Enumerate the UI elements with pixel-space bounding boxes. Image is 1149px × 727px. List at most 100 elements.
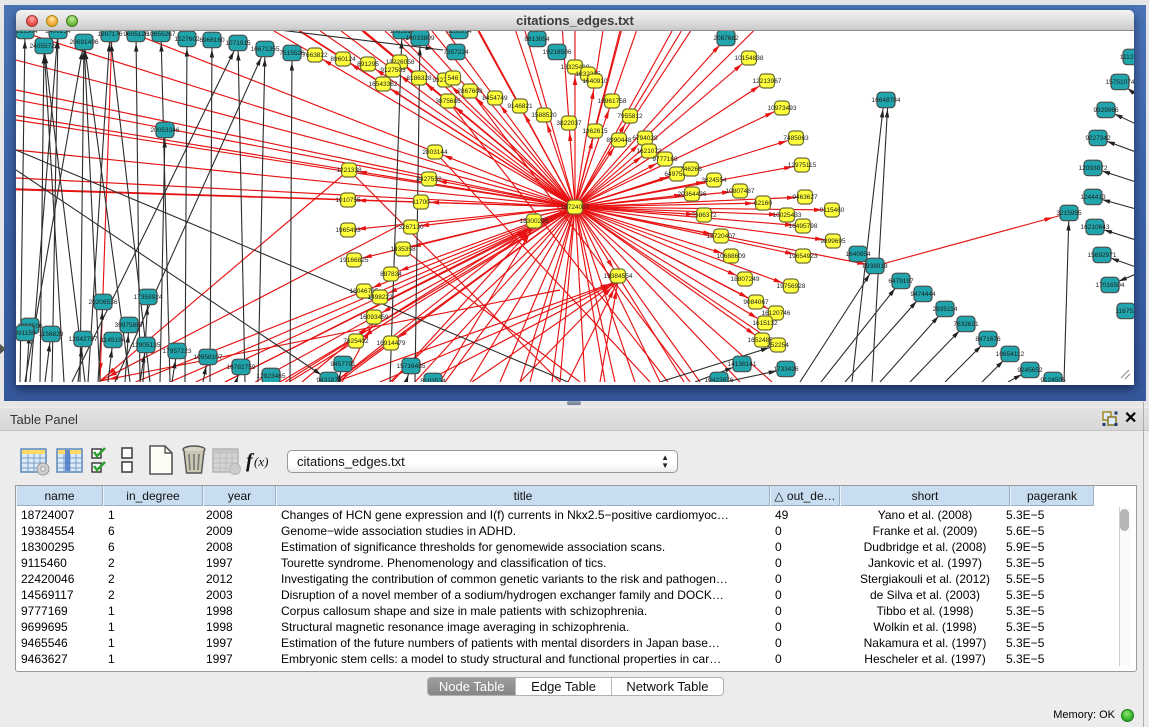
svg-text:9431876: 9431876 bbox=[316, 377, 342, 382]
svg-text:12905135: 12905135 bbox=[132, 342, 161, 349]
svg-text:2087682: 2087682 bbox=[713, 35, 739, 42]
svg-text:10655267: 10655267 bbox=[147, 31, 176, 38]
svg-text:3267130: 3267130 bbox=[398, 224, 424, 231]
svg-text:1112480: 1112480 bbox=[1120, 54, 1134, 61]
svg-text:16210643: 16210643 bbox=[1081, 224, 1110, 231]
svg-text:10973493: 10973493 bbox=[768, 105, 797, 112]
svg-text:19756928: 19756928 bbox=[777, 283, 806, 290]
svg-text:6966160: 6966160 bbox=[199, 37, 225, 44]
svg-text:8990448: 8990448 bbox=[606, 137, 632, 144]
svg-text:16093459: 16093459 bbox=[360, 314, 389, 321]
svg-text:18807249: 18807249 bbox=[731, 276, 760, 283]
svg-text:17016504: 17016504 bbox=[1096, 282, 1125, 289]
svg-text:20691406: 20691406 bbox=[70, 39, 99, 46]
svg-text:2935114: 2935114 bbox=[933, 306, 958, 313]
svg-text:2406154: 2406154 bbox=[45, 31, 71, 35]
svg-text:891295: 891295 bbox=[357, 61, 379, 68]
svg-text:62160: 62160 bbox=[754, 200, 772, 207]
svg-text:14136141: 14136141 bbox=[728, 361, 757, 368]
svg-text:391159: 391159 bbox=[16, 330, 36, 337]
svg-text:9474444: 9474444 bbox=[910, 291, 936, 298]
svg-text:9124505: 9124505 bbox=[1040, 377, 1066, 382]
svg-text:7357224: 7357224 bbox=[443, 49, 469, 56]
svg-text:9777169: 9777169 bbox=[652, 156, 678, 163]
svg-text:20206536: 20206536 bbox=[89, 299, 118, 306]
svg-text:9457791: 9457791 bbox=[330, 361, 356, 368]
svg-text:9115460: 9115460 bbox=[820, 207, 845, 214]
svg-text:8454749: 8454749 bbox=[482, 95, 508, 102]
svg-text:1640910: 1640910 bbox=[582, 78, 608, 85]
svg-text:16495798: 16495798 bbox=[789, 223, 818, 230]
svg-text:1965493: 1965493 bbox=[335, 227, 361, 234]
svg-text:(x): (x) bbox=[254, 454, 268, 469]
svg-text:10688609: 10688609 bbox=[717, 253, 746, 260]
svg-text:10154838: 10154838 bbox=[735, 55, 764, 62]
svg-text:24055724: 24055724 bbox=[30, 43, 59, 50]
svg-text:9227342: 9227342 bbox=[1085, 135, 1111, 142]
svg-text:16543362: 16543362 bbox=[369, 81, 398, 88]
svg-text:15751074: 15751074 bbox=[1106, 79, 1134, 86]
svg-text:10807487: 10807487 bbox=[726, 188, 755, 195]
svg-text:9329966: 9329966 bbox=[1093, 107, 1119, 114]
svg-text:1527602: 1527602 bbox=[174, 36, 200, 43]
svg-text:19218506: 19218506 bbox=[543, 49, 572, 56]
svg-text:11700: 11700 bbox=[412, 199, 430, 206]
svg-text:1145194: 1145194 bbox=[101, 337, 126, 344]
svg-text:1733426: 1733426 bbox=[773, 366, 799, 373]
svg-text:8960124: 8960124 bbox=[330, 56, 356, 63]
svg-text:1221338: 1221338 bbox=[336, 167, 362, 174]
svg-text:7515526: 7515526 bbox=[279, 50, 305, 57]
svg-text:7663822: 7663822 bbox=[302, 52, 328, 59]
svg-text:3875685: 3875685 bbox=[435, 98, 461, 105]
svg-text:10025433: 10025433 bbox=[773, 212, 802, 219]
svg-text:8427552: 8427552 bbox=[416, 176, 442, 183]
svg-text:746266: 746266 bbox=[680, 166, 702, 173]
svg-text:546: 546 bbox=[448, 75, 459, 82]
svg-text:7386372: 7386372 bbox=[691, 212, 717, 219]
svg-text:17359924: 17359924 bbox=[134, 294, 163, 301]
svg-text:12213967: 12213967 bbox=[753, 78, 782, 85]
svg-text:8938918: 8938918 bbox=[862, 263, 888, 270]
svg-text:1010755: 1010755 bbox=[335, 197, 361, 204]
svg-text:3822037: 3822037 bbox=[556, 120, 582, 127]
svg-text:19384554: 19384554 bbox=[604, 273, 633, 280]
svg-text:16782759: 16782759 bbox=[227, 364, 256, 371]
svg-text:7955812: 7955812 bbox=[617, 113, 643, 120]
svg-text:887834: 887834 bbox=[380, 271, 402, 278]
svg-text:8811304: 8811304 bbox=[16, 31, 38, 35]
svg-text:16648784: 16648784 bbox=[872, 97, 901, 104]
svg-text:9245652: 9245652 bbox=[1017, 367, 1043, 374]
svg-text:7625402: 7625402 bbox=[343, 338, 369, 345]
svg-text:1907176: 1907176 bbox=[97, 31, 123, 38]
svg-text:18724007: 18724007 bbox=[561, 204, 590, 211]
svg-text:12975115: 12975115 bbox=[788, 162, 817, 169]
svg-text:8813054: 8813054 bbox=[524, 36, 550, 43]
svg-text:1640954: 1640954 bbox=[845, 251, 871, 258]
svg-text:8186328: 8186328 bbox=[406, 75, 432, 82]
svg-text:20364436: 20364436 bbox=[678, 191, 707, 198]
svg-text:1435358: 1435358 bbox=[390, 246, 416, 253]
svg-text:16914479: 16914479 bbox=[377, 340, 406, 347]
svg-text:1362615: 1362615 bbox=[582, 128, 608, 135]
svg-text:19654923: 19654923 bbox=[789, 253, 818, 260]
svg-text:15720407: 15720407 bbox=[707, 233, 736, 240]
svg-text:7485063: 7485063 bbox=[783, 135, 809, 142]
svg-text:10423876: 10423876 bbox=[705, 377, 734, 382]
svg-text:9084067: 9084067 bbox=[743, 299, 769, 306]
svg-text:9127503: 9127503 bbox=[380, 67, 406, 74]
svg-text:15692971: 15692971 bbox=[1088, 252, 1117, 259]
svg-text:12923465: 12923465 bbox=[257, 373, 286, 380]
svg-text:1615132: 1615132 bbox=[752, 320, 778, 327]
svg-text:2803144: 2803144 bbox=[422, 149, 448, 156]
svg-text:16033809: 16033809 bbox=[406, 35, 435, 42]
svg-text:9146821: 9146821 bbox=[507, 103, 533, 110]
svg-text:116753: 116753 bbox=[1115, 308, 1134, 315]
svg-text:1244413: 1244413 bbox=[1080, 194, 1106, 201]
svg-text:252254: 252254 bbox=[767, 342, 789, 349]
svg-text:10958107: 10958107 bbox=[194, 354, 223, 361]
svg-text:17957223: 17957223 bbox=[163, 348, 192, 355]
svg-text:10654112: 10654112 bbox=[996, 351, 1025, 358]
svg-text:39975867: 39975867 bbox=[115, 322, 144, 329]
svg-text:8103524: 8103524 bbox=[420, 378, 446, 382]
svg-text:8471676: 8471676 bbox=[975, 336, 1001, 343]
